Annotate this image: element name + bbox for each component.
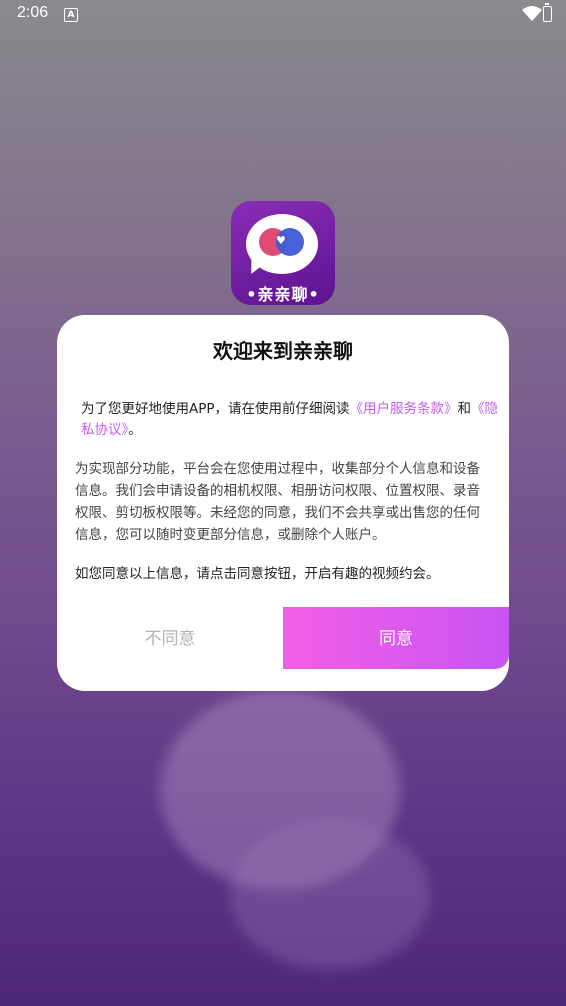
intro-conjunction: 和 — [457, 401, 472, 417]
background-figure-lower — [230, 820, 430, 970]
heart-small-icon: ♥ — [276, 234, 286, 247]
battery-icon — [543, 3, 552, 22]
consent-paragraph: 如您同意以上信息，请点击同意按钮，开启有趣的视频约会。 — [75, 566, 440, 582]
privacy-dialog: 欢迎来到亲亲聊 为了您更好地使用APP，请在使用前仔细阅读《用户服务条款》和《隐… — [57, 315, 509, 691]
notification-a-icon: A — [64, 8, 78, 22]
dialog-title: 欢迎来到亲亲聊 — [213, 339, 353, 363]
status-time: 2:06 — [17, 4, 49, 21]
status-bar: 2:06 A — [0, 0, 566, 30]
intro-suffix: 。 — [128, 422, 142, 438]
app-logo: ♥ •亲亲聊• — [231, 201, 335, 305]
intro-paragraph: 为了您更好地使用APP，请在使用前仔细阅读《用户服务条款》和《隐私协议》。 — [81, 399, 499, 441]
wifi-icon — [522, 6, 542, 21]
disagree-button[interactable]: 不同意 — [57, 607, 283, 669]
user-terms-link[interactable]: 《用户服务条款》 — [350, 401, 458, 417]
app-logo-label: •亲亲聊• — [246, 285, 320, 304]
permissions-paragraph: 为实现部分功能，平台会在您使用过程中，收集部分个人信息和设备信息。我们会申请设备… — [75, 461, 480, 543]
intro-text: 为了您更好地使用APP，请在使用前仔细阅读 — [81, 401, 350, 417]
agree-button[interactable]: 同意 — [283, 607, 509, 669]
